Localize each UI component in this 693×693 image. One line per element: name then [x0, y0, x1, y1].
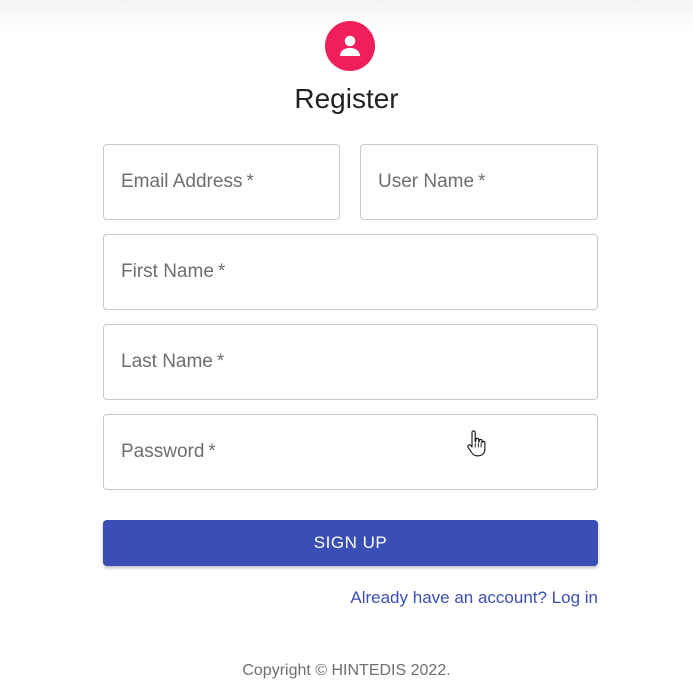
required-mark: *: [216, 351, 225, 372]
sign-up-button[interactable]: SIGN UP: [103, 520, 598, 566]
copyright-text: Copyright © HINTEDIS 2022.: [242, 662, 451, 679]
first-name-field[interactable]: First Name *: [103, 234, 598, 310]
person-icon: [340, 35, 360, 56]
last-name-field-label: Last Name: [121, 351, 213, 372]
required-mark: *: [217, 261, 226, 282]
username-field-label: User Name: [378, 171, 475, 192]
last-name-field[interactable]: Last Name *: [103, 324, 598, 400]
password-field-label: Password: [121, 441, 205, 462]
username-field[interactable]: User Name *: [360, 144, 598, 220]
required-mark: *: [246, 171, 254, 192]
email-field[interactable]: Email Address *: [103, 144, 340, 220]
avatar: [325, 21, 375, 71]
required-mark: *: [208, 441, 216, 462]
first-name-field-label: First Name: [121, 261, 214, 282]
login-link[interactable]: Already have an account? Log in: [350, 588, 598, 608]
register-page: Register Email Address * User Name * First…: [0, 0, 693, 693]
hand-pointer-icon: [467, 430, 486, 457]
required-mark: *: [478, 171, 486, 192]
page-title: Register: [294, 83, 399, 114]
email-field-label: Email Address: [121, 171, 243, 192]
password-field[interactable]: Password *: [103, 414, 598, 490]
